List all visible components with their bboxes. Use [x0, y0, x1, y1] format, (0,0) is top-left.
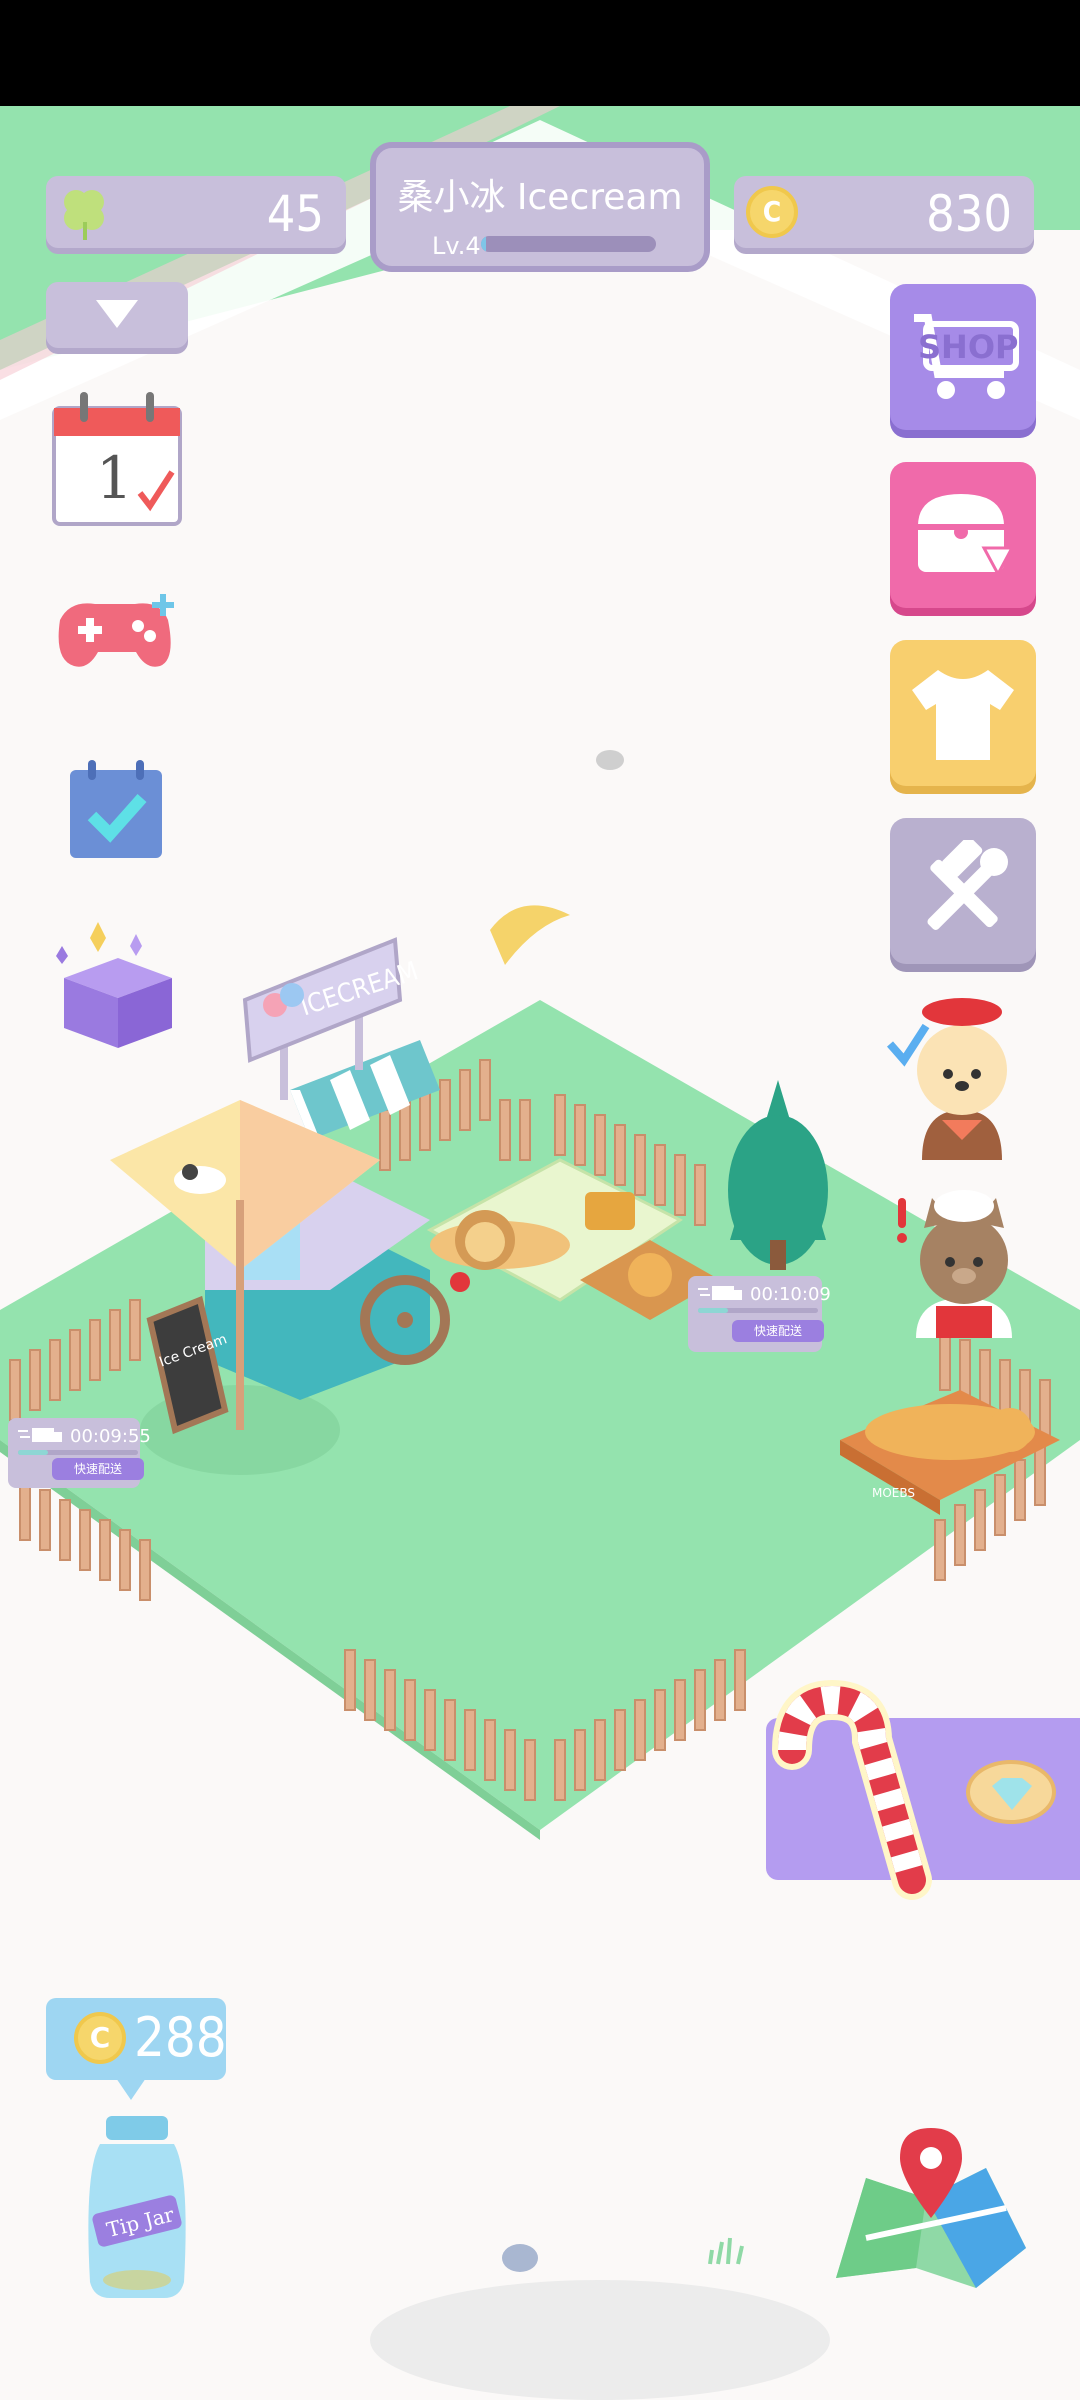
shop-button[interactable]: SHOP: [890, 284, 1036, 430]
mystery-box-button[interactable]: [54, 918, 182, 1054]
chevron-down-icon: [96, 300, 138, 328]
delivery-timer-1[interactable]: 00:09:55 快速配送: [8, 1418, 151, 1488]
calendar-day: 1: [96, 444, 133, 512]
timer-1-progress: [18, 1450, 138, 1455]
hammer-wrench-icon: [927, 840, 1008, 930]
clover-counter: 45: [46, 176, 346, 248]
clover-icon: [64, 190, 104, 240]
pine-tree: [728, 1080, 828, 1270]
tip-jar-coins: 288: [134, 2006, 227, 2069]
tasks-button[interactable]: [66, 758, 166, 862]
daily-checkin-button[interactable]: 1: [50, 388, 184, 528]
status-bar: [0, 0, 1080, 106]
checklist-icon: [70, 760, 162, 858]
treasure-chest-button[interactable]: [890, 462, 1036, 608]
level-label: Lv.4: [432, 232, 481, 260]
clover-count: 45: [266, 185, 324, 243]
delivery-truck-icon: [698, 1286, 742, 1300]
bubble-tail: [116, 2078, 146, 2100]
delivery-timer-2[interactable]: 00:10:09 快速配送: [688, 1276, 831, 1352]
candy-cane-icon[interactable]: [752, 1680, 932, 1900]
player-name: 桑小冰 Icecream: [397, 177, 683, 218]
poodle-chef-icon: [886, 998, 1007, 1160]
cat-chef-icon: [897, 1190, 1012, 1338]
coin-counter: C 830: [734, 176, 1034, 248]
timer-2-progress: [698, 1308, 818, 1313]
shop-label: SHOP: [918, 328, 1019, 366]
gem-badge: [966, 1760, 1056, 1824]
dropdown-button[interactable]: [46, 282, 188, 348]
rock: [596, 750, 624, 770]
customer-dog-avatar[interactable]: [882, 990, 1042, 1160]
gamepad-icon: [58, 594, 174, 667]
customer-cat-avatar[interactable]: [896, 1178, 1032, 1338]
tip-jar-bubble[interactable]: C 288: [46, 1998, 227, 2080]
rock: [502, 2244, 538, 2272]
tip-jar[interactable]: Tip Jar: [80, 2112, 194, 2302]
delivery-truck-icon: [18, 1428, 62, 1442]
timer-1-value: 00:09:55: [70, 1426, 151, 1447]
fast-delivery-button-1[interactable]: 快速配送: [52, 1458, 144, 1480]
diamond-icon: [992, 1778, 1032, 1810]
coin-icon: C: [746, 186, 798, 238]
banana-peel: [490, 905, 570, 965]
coin-icon: C: [74, 2012, 126, 2064]
games-button[interactable]: [50, 590, 184, 680]
level-progress-bar: [481, 236, 656, 252]
grass-tuft: [708, 2237, 744, 2265]
fast-delivery-button-2[interactable]: 快速配送: [732, 1320, 824, 1342]
t-shirt-icon: [912, 670, 1014, 760]
timer-2-value: 00:10:09: [750, 1284, 831, 1305]
jar-icon: [88, 2116, 186, 2298]
player-nameplate[interactable]: 桑小冰 Icecream Lv.4: [370, 142, 710, 272]
map-button[interactable]: [826, 2118, 1032, 2298]
build-tools-button[interactable]: [890, 818, 1036, 964]
svg-text:MOEBS: MOEBS: [872, 1486, 915, 1500]
gift-box-icon: [56, 922, 172, 1048]
picnic-basket: [585, 1192, 635, 1230]
treasure-chest-icon: [918, 494, 1015, 578]
map-icon: [836, 2128, 1026, 2288]
coin-count: 830: [926, 185, 1012, 243]
wardrobe-button[interactable]: [890, 640, 1036, 786]
